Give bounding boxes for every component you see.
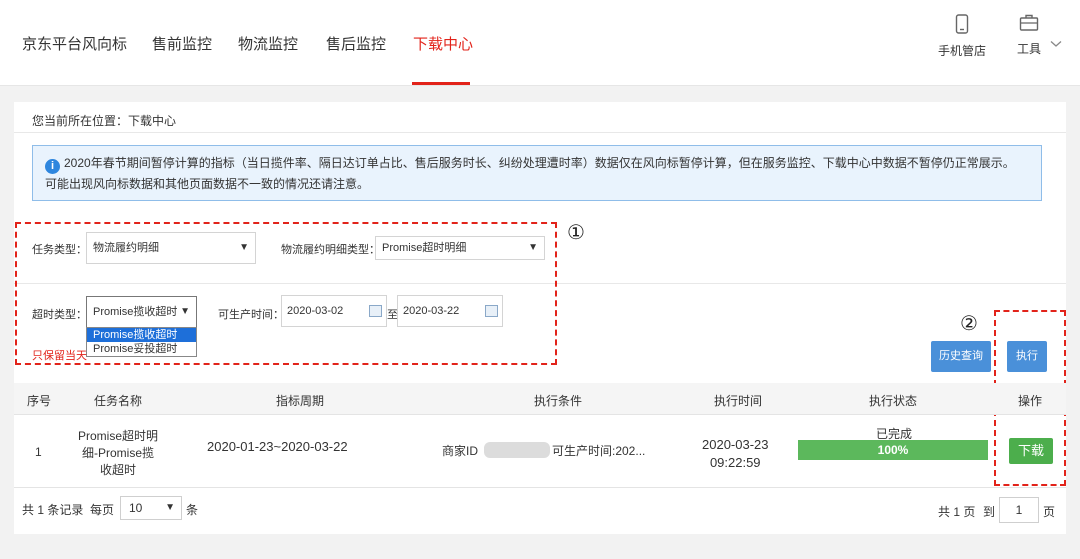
- progress-bar: 100%: [798, 440, 988, 460]
- divider: [14, 132, 1066, 133]
- nav-item-logistics[interactable]: 物流监控: [238, 33, 298, 54]
- col-header-period: 指标周期: [276, 394, 325, 408]
- row-index: 1: [35, 445, 42, 459]
- col-header-action: 操作: [1018, 394, 1043, 408]
- chevron-down-icon[interactable]: [1050, 40, 1062, 48]
- download-button[interactable]: 下载: [1009, 438, 1053, 464]
- col-header-condition: 执行条件: [534, 394, 583, 408]
- tool-toolbox-label: 工具: [1016, 42, 1041, 56]
- total-records: 共 1 条记录: [22, 503, 84, 517]
- mobile-icon: [955, 14, 969, 34]
- exec-date: 2020-03-23: [702, 437, 769, 452]
- nav-item-download-center[interactable]: 下载中心: [413, 33, 473, 54]
- row-period: 2020-01-23~2020-03-22: [207, 439, 348, 454]
- task-name-line: 收超时: [99, 463, 136, 477]
- exec-clock: 09:22:59: [709, 455, 761, 470]
- task-name-line: Promise超时明: [77, 429, 158, 443]
- per-page-label: 每页: [90, 503, 115, 517]
- notice-line-2: 可能出现风向标数据和其他页面数据不一致的情况还请注意。: [45, 177, 370, 191]
- annotation-box-1: [15, 222, 557, 365]
- col-header-exec-time: 执行时间: [714, 394, 763, 408]
- col-header-task-name: 任务名称: [94, 394, 143, 408]
- annotation-marker-2: ②: [960, 313, 978, 335]
- breadcrumb: 您当前所在位置：下载中心: [32, 114, 177, 128]
- nav-item-fengxiangbiao[interactable]: 京东平台风向标: [22, 33, 127, 54]
- info-icon: i: [45, 159, 60, 174]
- annotation-marker-1: ①: [567, 222, 585, 244]
- per-page-unit: 条: [186, 503, 199, 517]
- task-name-line: 细-Promise揽: [81, 446, 154, 460]
- per-page-select[interactable]: 10 ▼: [120, 496, 182, 520]
- row-exec-time: 2020-03-23 09:22:59: [702, 436, 769, 472]
- goto-label: 到: [983, 505, 996, 519]
- active-tab-indicator: [412, 82, 470, 85]
- nav-item-aftersale[interactable]: 售后监控: [326, 33, 386, 54]
- notice-banner: i 2020年春节期间暂停计算的指标（当日揽件率、隔日达订单占比、售后服务时长、纠…: [32, 145, 1042, 201]
- page-number-input[interactable]: 1: [999, 497, 1039, 523]
- notice-line-1: 2020年春节期间暂停计算的指标（当日揽件率、隔日达订单占比、售后服务时长、纠纷…: [64, 156, 1015, 170]
- history-query-button[interactable]: 历史查询: [931, 341, 991, 372]
- tool-toolbox[interactable]: 工具: [1012, 14, 1046, 57]
- total-pages: 共 1 页: [938, 505, 976, 519]
- nav-item-presale[interactable]: 售前监控: [152, 33, 212, 54]
- toolbox-icon: [1019, 14, 1039, 31]
- row-divider: [14, 487, 1066, 488]
- row-condition-prefix: 商家ID: [442, 444, 479, 458]
- col-header-index: 序号: [27, 394, 52, 408]
- tool-mobile-label: 手机管店: [937, 44, 986, 58]
- tool-mobile-shop[interactable]: 手机管店: [936, 14, 988, 59]
- row-task-name: Promise超时明 细-Promise揽 收超时: [62, 428, 174, 479]
- col-header-status: 执行状态: [869, 394, 918, 408]
- progress-label: 100%: [877, 443, 909, 457]
- caret-down-icon: ▼: [165, 502, 175, 513]
- page-unit: 页: [1043, 505, 1056, 519]
- per-page-value: 10: [129, 501, 143, 515]
- row-condition-suffix: 可生产时间:202...: [552, 444, 646, 458]
- redacted-merchant-id: [484, 442, 550, 458]
- execute-button[interactable]: 执行: [1007, 341, 1047, 372]
